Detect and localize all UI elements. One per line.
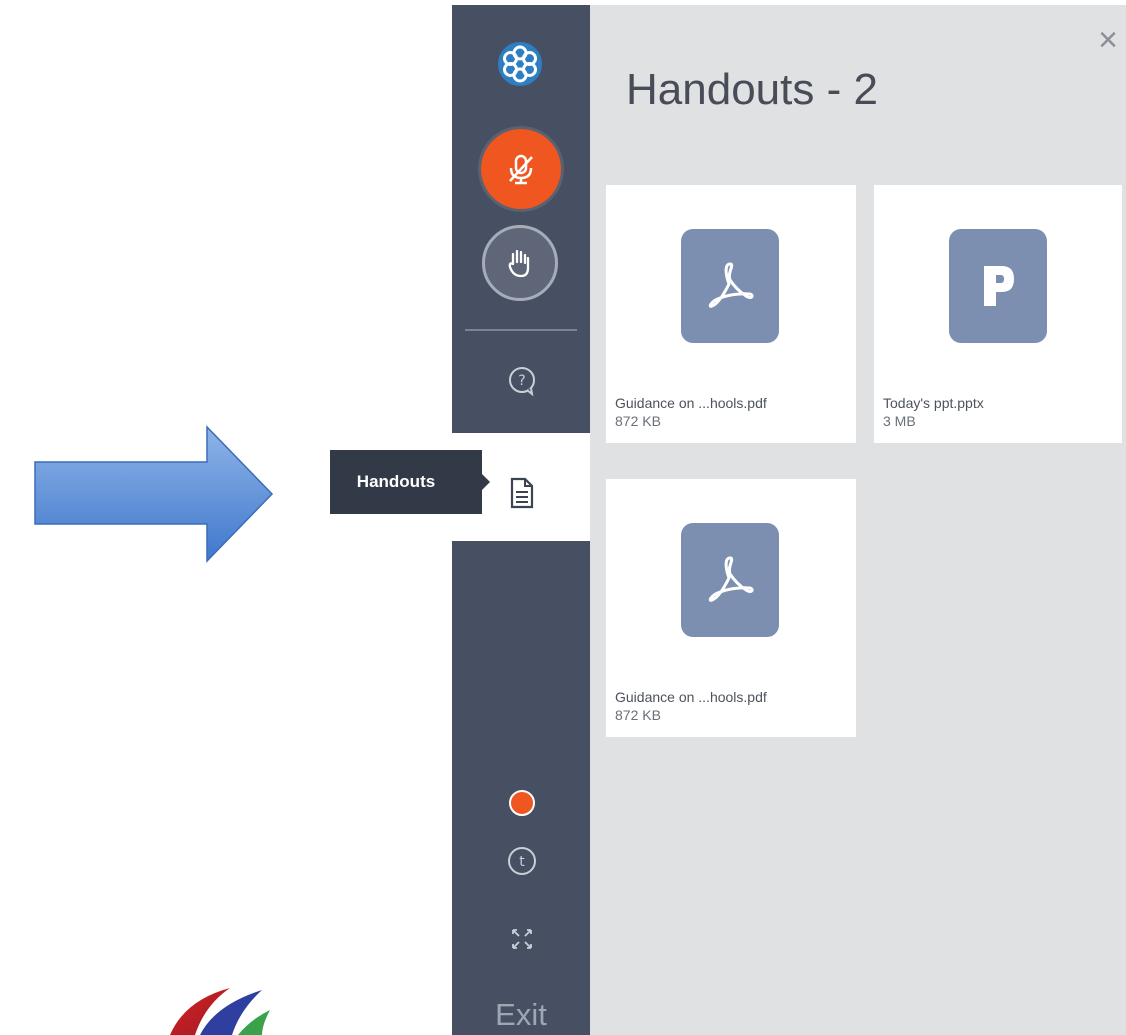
raise-hand-icon <box>508 249 530 278</box>
mic-muted-button[interactable] <box>481 129 561 209</box>
mic-muted-icon <box>509 154 533 185</box>
handout-name: Guidance on ...hools.pdf <box>615 395 767 411</box>
pptx-file-icon <box>949 229 1047 343</box>
handouts-panel: × Handouts - 2 Guidance on ...hools.pdf … <box>590 5 1126 1035</box>
sidebar-divider <box>465 329 577 331</box>
sidebar: ? t Exit <box>452 5 590 1035</box>
pdf-file-icon <box>681 523 779 637</box>
handout-size: 3 MB <box>883 413 916 429</box>
question-icon[interactable]: ? <box>502 361 542 401</box>
logo-fragment <box>170 988 270 1035</box>
handout-size: 872 KB <box>615 413 661 429</box>
handout-card[interactable]: Guidance on ...hools.pdf 872 KB <box>606 185 856 443</box>
panel-title: Handouts - 2 <box>626 65 878 114</box>
pdf-file-icon <box>681 229 779 343</box>
handout-card[interactable]: Today's ppt.pptx 3 MB <box>874 185 1122 443</box>
tooltip-label: Handouts <box>356 472 436 491</box>
svg-text:?: ? <box>518 373 525 389</box>
handout-size: 872 KB <box>615 707 661 723</box>
handout-card[interactable]: Guidance on ...hools.pdf 872 KB <box>606 479 856 737</box>
handouts-icon[interactable] <box>502 473 542 513</box>
handouts-tooltip: Handouts <box>330 450 490 514</box>
exit-button[interactable]: Exit <box>452 997 590 1033</box>
handout-name: Guidance on ...hools.pdf <box>615 689 767 705</box>
info-icon[interactable]: t <box>502 841 542 881</box>
logo-icon[interactable] <box>496 40 544 88</box>
fullscreen-icon[interactable] <box>502 919 542 959</box>
svg-text:t: t <box>519 854 525 870</box>
raise-hand-button[interactable] <box>482 225 558 301</box>
handout-name: Today's ppt.pptx <box>883 395 984 411</box>
close-button[interactable]: × <box>1098 23 1118 57</box>
record-dot <box>509 790 535 816</box>
